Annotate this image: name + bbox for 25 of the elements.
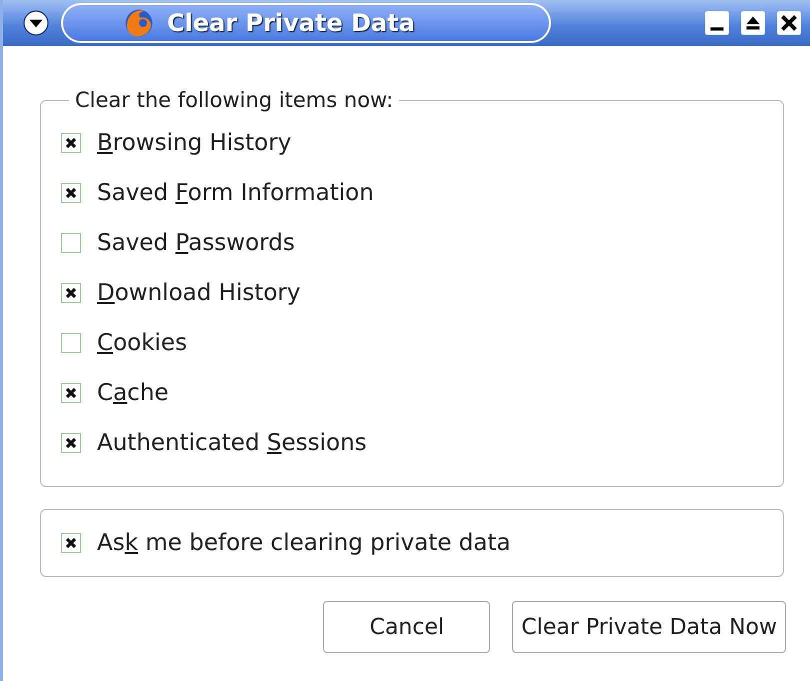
checkbox-label[interactable]: Cookies [97,330,188,356]
clear-button[interactable]: Clear Private Data Now [512,601,786,653]
maximize-icon[interactable] [740,10,766,36]
checkbox-label[interactable]: Download History [97,280,300,306]
checkbox-label[interactable]: Browsing History [97,130,292,156]
checkbox-label[interactable]: Saved Form Information [97,180,374,206]
minimize-icon[interactable] [704,10,730,36]
checkbox[interactable] [61,283,81,303]
checkbox[interactable] [61,533,81,553]
checkbox[interactable] [61,333,81,353]
window-title: Clear Private Data [167,9,415,37]
checkbox-label[interactable]: Saved Passwords [97,230,295,256]
checkbox[interactable] [61,433,81,453]
checkbox[interactable] [61,233,81,253]
checkbox-label[interactable]: Authenticated Sessions [97,430,367,456]
globe-icon [123,7,155,39]
checkbox-label[interactable]: Ask me before clearing private data [97,530,511,556]
checkbox[interactable] [61,133,81,153]
checkbox-label[interactable]: Cache [97,380,169,406]
checkbox[interactable] [61,383,81,403]
close-icon[interactable] [776,10,802,36]
window-menu-icon[interactable] [23,10,49,36]
cancel-button[interactable]: Cancel [323,601,490,653]
group-legend: Clear the following items now: [69,88,400,112]
checkbox[interactable] [61,183,81,203]
